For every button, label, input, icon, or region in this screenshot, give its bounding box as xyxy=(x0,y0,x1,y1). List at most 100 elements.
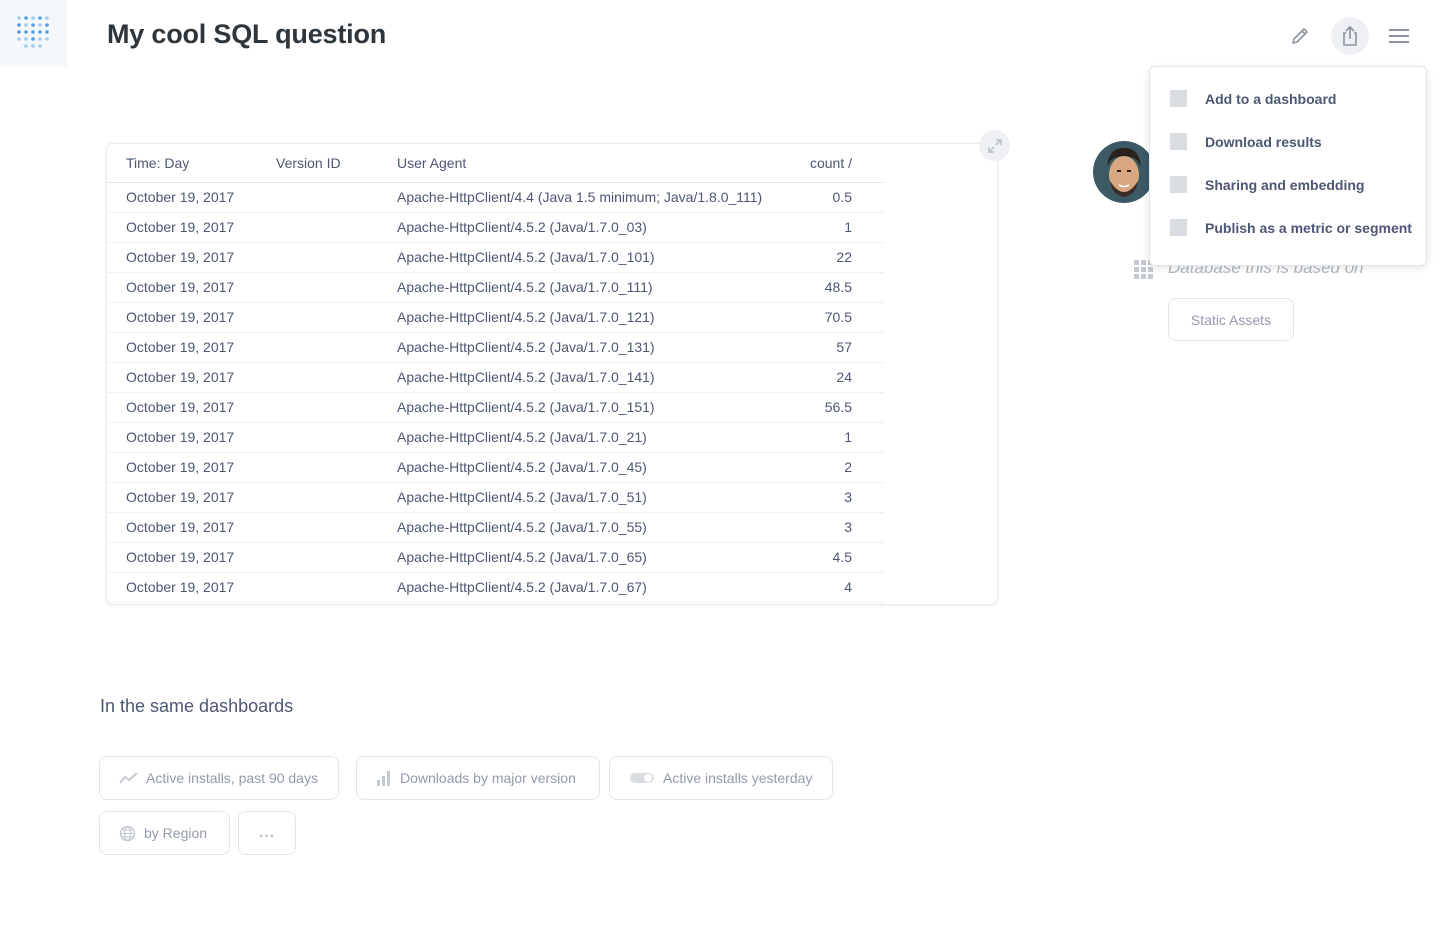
cell-version[interactable] xyxy=(257,182,378,213)
cell-version[interactable] xyxy=(257,572,378,603)
menu-button[interactable] xyxy=(1380,17,1418,55)
table-row: October 19, 2017 Apache-HttpClient/4.5.2 … xyxy=(107,452,884,483)
cell-time[interactable]: October 19, 2017 xyxy=(107,302,257,333)
cell-user-agent[interactable]: Apache-HttpClient/4.5.2 (Java/1.7.0_111) xyxy=(378,272,788,303)
table-row: October 19, 2017 Apache-HttpClient/4.5.2 … xyxy=(107,422,884,453)
related-more-button[interactable]: ... xyxy=(238,811,296,855)
cell-time[interactable]: October 19, 2017 xyxy=(107,182,257,213)
menu-item-add-to-dashboard[interactable]: Add to a dashboard xyxy=(1150,77,1426,120)
results-table-card: Time: Day Version ID User Agent count / … xyxy=(106,143,998,605)
logo-icon xyxy=(17,16,49,48)
chip-label: Active installs yesterday xyxy=(663,770,813,786)
column-header-count[interactable]: count / xyxy=(788,144,884,183)
cell-time[interactable]: October 19, 2017 xyxy=(107,452,257,483)
table-row: October 19, 2017 Apache-HttpClient/4.5.2 … xyxy=(107,212,884,243)
download-icon xyxy=(1170,133,1187,150)
edit-button[interactable] xyxy=(1281,17,1319,55)
cell-time[interactable]: October 19, 2017 xyxy=(107,422,257,453)
static-assets-button[interactable]: Static Assets xyxy=(1168,298,1294,341)
share-button[interactable] xyxy=(1331,17,1369,55)
table-row: October 19, 2017 Apache-HttpClient/4.5.2 … xyxy=(107,272,884,303)
cell-count[interactable]: 2 xyxy=(788,452,884,483)
menu-item-label: Publish as a metric or segment xyxy=(1205,219,1412,236)
menu-item-sharing-embedding[interactable]: Sharing and embedding xyxy=(1150,163,1426,206)
cell-user-agent[interactable]: Apache-HttpClient/4.5.2 (Java/1.7.0_03) xyxy=(378,212,788,243)
column-header-version[interactable]: Version ID xyxy=(257,144,378,183)
cell-user-agent[interactable]: Apache-HttpClient/4.5.2 (Java/1.7.0_101) xyxy=(378,242,788,273)
cell-time[interactable]: October 19, 2017 xyxy=(107,482,257,513)
metabase-logo[interactable] xyxy=(0,0,67,66)
cell-count[interactable]: 22 xyxy=(788,242,884,273)
column-header-time[interactable]: Time: Day xyxy=(107,144,257,183)
cell-user-agent[interactable]: Apache-HttpClient/4.5.2 (Java/1.7.0_151) xyxy=(378,392,788,423)
cell-time[interactable]: October 19, 2017 xyxy=(107,212,257,243)
cell-user-agent[interactable]: Apache-HttpClient/4.5.2 (Java/1.7.0_51) xyxy=(378,482,788,513)
cell-count[interactable]: 3 xyxy=(788,512,884,543)
menu-item-download-results[interactable]: Download results xyxy=(1150,120,1426,163)
cell-count[interactable]: 0.5 xyxy=(788,182,884,213)
pencil-icon xyxy=(1292,28,1308,44)
cell-count[interactable]: 48.5 xyxy=(788,272,884,303)
page-title: My cool SQL question xyxy=(107,19,387,49)
avatar xyxy=(1093,141,1155,203)
cell-version[interactable] xyxy=(257,332,378,363)
cell-count[interactable]: 4 xyxy=(788,572,884,603)
cell-time[interactable]: October 19, 2017 xyxy=(107,512,257,543)
chip-label: by Region xyxy=(144,825,208,841)
related-chip-downloads-major[interactable]: Downloads by major version xyxy=(356,756,600,800)
menu-item-publish-metric[interactable]: Publish as a metric or segment xyxy=(1150,206,1426,249)
publish-icon xyxy=(1170,219,1187,236)
related-section-title: In the same dashboards xyxy=(100,696,294,716)
more-icon: ... xyxy=(258,824,276,841)
cell-version[interactable] xyxy=(257,242,378,273)
table-row: October 19, 2017 Apache-HttpClient/4.4 (J… xyxy=(107,182,884,213)
cell-count[interactable]: 57 xyxy=(788,332,884,363)
cell-user-agent[interactable]: Apache-HttpClient/4.5.2 (Java/1.7.0_45) xyxy=(378,452,788,483)
cell-count[interactable]: 56.5 xyxy=(788,392,884,423)
cell-user-agent[interactable]: Apache-HttpClient/4.5.2 (Java/1.7.0_55) xyxy=(378,512,788,543)
related-chip-active-installs-90[interactable]: Active installs, past 90 days xyxy=(99,756,339,800)
cell-user-agent[interactable]: Apache-HttpClient/4.4 (Java 1.5 minimum;… xyxy=(378,182,788,213)
cell-version[interactable] xyxy=(257,542,378,573)
cell-user-agent[interactable]: Apache-HttpClient/4.5.2 (Java/1.7.0_21) xyxy=(378,422,788,453)
chip-label: Downloads by major version xyxy=(400,770,576,786)
cell-version[interactable] xyxy=(257,512,378,543)
column-header-user-agent[interactable]: User Agent xyxy=(378,144,788,183)
cell-time[interactable]: October 19, 2017 xyxy=(107,392,257,423)
cell-count[interactable]: 1 xyxy=(788,422,884,453)
cell-version[interactable] xyxy=(257,422,378,453)
cell-version[interactable] xyxy=(257,272,378,303)
related-chip-by-region[interactable]: by Region xyxy=(99,811,230,855)
cell-version[interactable] xyxy=(257,212,378,243)
cell-version[interactable] xyxy=(257,482,378,513)
bar-chart-icon xyxy=(376,770,392,786)
cell-time[interactable]: October 19, 2017 xyxy=(107,572,257,603)
cell-time[interactable]: October 19, 2017 xyxy=(107,332,257,363)
related-chip-active-yesterday[interactable]: Active installs yesterday xyxy=(609,756,833,800)
share-icon xyxy=(1343,25,1357,46)
cell-user-agent[interactable]: Apache-HttpClient/4.5.2 (Java/1.7.0_121) xyxy=(378,302,788,333)
cell-count[interactable]: 4.5 xyxy=(788,542,884,573)
expand-button[interactable] xyxy=(979,130,1010,161)
table-row: October 19, 2017 Apache-HttpClient/4.5.2 … xyxy=(107,512,884,543)
cell-count[interactable]: 3 xyxy=(788,482,884,513)
cell-user-agent[interactable]: Apache-HttpClient/4.5.2 (Java/1.7.0_67) xyxy=(378,572,788,603)
cell-time[interactable]: October 19, 2017 xyxy=(107,362,257,393)
cell-count[interactable]: 1 xyxy=(788,212,884,243)
cell-version[interactable] xyxy=(257,392,378,423)
cell-count[interactable]: 24 xyxy=(788,362,884,393)
cell-time[interactable]: October 19, 2017 xyxy=(107,542,257,573)
cell-time[interactable]: October 19, 2017 xyxy=(107,272,257,303)
cell-version[interactable] xyxy=(257,452,378,483)
cell-user-agent[interactable]: Apache-HttpClient/4.5.2 (Java/1.7.0_131) xyxy=(378,332,788,363)
cell-user-agent[interactable]: Apache-HttpClient/4.5.2 (Java/1.7.0_141) xyxy=(378,362,788,393)
cell-time[interactable]: October 19, 2017 xyxy=(107,242,257,273)
chip-label: Active installs, past 90 days xyxy=(146,770,318,786)
menu-item-label: Add to a dashboard xyxy=(1205,90,1337,107)
cell-count[interactable]: 70.5 xyxy=(788,302,884,333)
cell-user-agent[interactable]: Apache-HttpClient/4.5.2 (Java/1.7.0_65) xyxy=(378,542,788,573)
cell-version[interactable] xyxy=(257,302,378,333)
line-chart-icon xyxy=(119,772,138,784)
table-row: October 19, 2017 Apache-HttpClient/4.5.2 … xyxy=(107,482,884,513)
cell-version[interactable] xyxy=(257,362,378,393)
